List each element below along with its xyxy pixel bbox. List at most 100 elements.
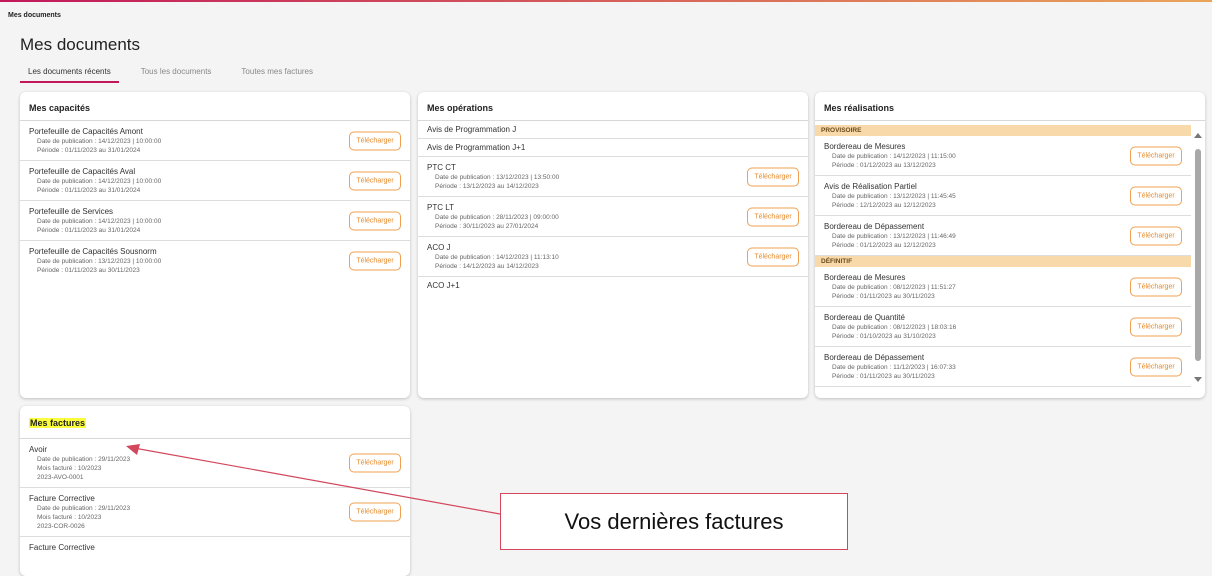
tab-bar: Les documents récents Tous les documents… — [20, 64, 335, 84]
scrollbar-thumb[interactable] — [1195, 149, 1201, 361]
publication-date: Date de publication : 08/12/2023 | 18:03… — [832, 324, 957, 331]
period: Période : 13/12/2023 au 14/12/2023 — [435, 183, 539, 190]
download-button[interactable]: Télécharger — [349, 251, 401, 270]
list-item: Avis de Réalisation Partiel Date de publ… — [815, 176, 1191, 216]
publication-date: Date de publication : 13/12/2023 | 11:46… — [832, 233, 956, 240]
item-title: Avoir — [29, 445, 48, 454]
annotation-callout: Vos dernières factures — [500, 493, 848, 550]
download-button[interactable]: Télécharger — [349, 131, 401, 150]
period: Période : 01/10/2023 au 31/10/2023 — [832, 333, 936, 340]
tab-all-documents[interactable]: Tous les documents — [133, 64, 220, 81]
download-button[interactable]: Télécharger — [747, 207, 799, 226]
download-button[interactable]: Télécharger — [1130, 317, 1182, 336]
item-title: PTC CT — [427, 163, 456, 172]
period: Période : 12/12/2023 au 12/12/2023 — [832, 202, 936, 209]
publication-date: Date de publication : 13/12/2023 | 10:00… — [37, 258, 162, 265]
list-item: Portefeuille de Capacités Sousnorm Date … — [20, 241, 410, 280]
item-title: Avis de Programmation J+1 — [427, 143, 526, 152]
item-title: Bordereau de Quantité — [824, 313, 905, 322]
tab-all-invoices[interactable]: Toutes mes factures — [233, 64, 321, 81]
list-item: Facture Corrective Date de publication :… — [20, 488, 410, 537]
realisations-card: Mes réalisations PROVISOIRE Bordereau de… — [815, 92, 1205, 398]
list-item: Portefeuille de Capacités Aval Date de p… — [20, 161, 410, 201]
item-title: Facture Corrective — [29, 543, 95, 552]
invoices-card: Mes factures Avoir Date de publication :… — [20, 406, 410, 576]
period: Période : 01/11/2023 au 30/11/2023 — [832, 373, 935, 380]
period: Période : 01/11/2023 au 31/01/2024 — [37, 147, 141, 154]
item-title: Bordereau de Mesures — [824, 142, 906, 151]
scroll-up-arrow-icon[interactable] — [1194, 133, 1202, 138]
breadcrumb[interactable]: Mes documents — [8, 12, 61, 19]
item-title: Avis de Programmation J — [427, 125, 517, 134]
item-title: PTC LT — [427, 203, 454, 212]
item-title: Portefeuille de Capacités Amont — [29, 127, 143, 136]
item-title: Bordereau de Dépassement — [824, 353, 925, 362]
download-button[interactable]: Télécharger — [1130, 357, 1182, 376]
item-title: Avis de Réalisation Partiel — [824, 182, 917, 191]
list-item: Bordereau de Mesures Date de publication… — [815, 267, 1191, 307]
download-button[interactable]: Télécharger — [349, 453, 401, 473]
list-item: Bordereau de Mesures Date de publication… — [815, 136, 1191, 176]
card-title: Mes capacités — [20, 92, 410, 121]
publication-date: Date de publication : 13/12/2023 | 11:45… — [832, 193, 956, 200]
section-definitif: DÉFINITIF — [815, 256, 1191, 267]
item-title: Portefeuille de Capacités Aval — [29, 167, 136, 176]
period: Période : 14/12/2023 au 14/12/2023 — [435, 263, 539, 270]
scrollbar[interactable] — [1191, 125, 1205, 398]
list-item: Bordereau de Dépassement Date de publica… — [815, 347, 1191, 387]
item-title: ACO J — [427, 243, 451, 252]
list-item: Facture Corrective — [20, 537, 410, 558]
list-item[interactable]: Avis de Programmation J+1 — [418, 139, 808, 157]
capacities-card: Mes capacités Portefeuille de Capacités … — [20, 92, 410, 398]
period: Période : 01/12/2023 au 13/12/2023 — [832, 162, 936, 169]
item-title: Bordereau de Dépassement — [824, 222, 925, 231]
invoice-reference: 2023-COR-0026 — [37, 523, 85, 530]
download-button[interactable]: Télécharger — [1130, 186, 1182, 205]
scroll-down-arrow-icon[interactable] — [1194, 377, 1202, 382]
card-title: Mes opérations — [418, 92, 808, 121]
card-title: Mes factures — [20, 406, 410, 439]
period: Période : 01/11/2023 au 30/11/2023 — [37, 267, 140, 274]
period: Période : 01/11/2023 au 30/11/2023 — [832, 293, 935, 300]
list-item: Portefeuille de Services Date de publica… — [20, 201, 410, 241]
publication-date: Date de publication : 14/12/2023 | 10:00… — [37, 218, 162, 225]
list-item: ACO J Date de publication : 14/12/2023 |… — [418, 237, 808, 277]
list-item: Bordereau de Dépassement Date de publica… — [815, 216, 1191, 256]
list-item: Portefeuille de Capacités Amont Date de … — [20, 121, 410, 161]
period: Période : 30/11/2023 au 27/01/2024 — [435, 223, 539, 230]
publication-date: Date de publication : 29/11/2023 — [37, 456, 131, 463]
tab-recent-documents[interactable]: Les documents récents — [20, 64, 119, 83]
item-title: Facture Corrective — [29, 494, 95, 503]
invoiced-month: Mois facturé : 10/2023 — [37, 465, 102, 472]
period: Période : 01/12/2023 au 12/12/2023 — [832, 242, 936, 249]
invoiced-month: Mois facturé : 10/2023 — [37, 514, 102, 521]
publication-date: Date de publication : 28/11/2023 | 09:00… — [435, 214, 559, 221]
publication-date: Date de publication : 29/11/2023 — [37, 505, 131, 512]
list-item: PTC LT Date de publication : 28/11/2023 … — [418, 197, 808, 237]
list-item: PTC CT Date de publication : 13/12/2023 … — [418, 157, 808, 197]
item-title: Portefeuille de Capacités Sousnorm — [29, 247, 157, 256]
item-title: Bordereau de Mesures — [824, 273, 906, 282]
list-item[interactable]: Avis de Programmation J — [418, 121, 808, 139]
publication-date: Date de publication : 14/12/2023 | 11:13… — [435, 254, 559, 261]
operations-card: Mes opérations Avis de Programmation J A… — [418, 92, 808, 398]
download-button[interactable]: Télécharger — [1130, 277, 1182, 296]
publication-date: Date de publication : 14/12/2023 | 10:00… — [37, 178, 162, 185]
list-item[interactable]: ACO J+1 — [418, 277, 808, 294]
top-accent-line — [0, 0, 1212, 2]
list-item: Bordereau de Quantité Date de publicatio… — [815, 307, 1191, 347]
publication-date: Date de publication : 11/12/2023 | 16:07… — [832, 364, 956, 371]
download-button[interactable]: Télécharger — [349, 171, 401, 190]
list-item: Avoir Date de publication : 29/11/2023 M… — [20, 439, 410, 488]
download-button[interactable]: Télécharger — [349, 502, 401, 522]
download-button[interactable]: Télécharger — [747, 247, 799, 266]
publication-date: Date de publication : 13/12/2023 | 13:50… — [435, 174, 560, 181]
download-button[interactable]: Télécharger — [1130, 226, 1182, 245]
page-title: Mes documents — [20, 35, 140, 54]
period: Période : 01/11/2023 au 31/01/2024 — [37, 187, 141, 194]
download-button[interactable]: Télécharger — [1130, 146, 1182, 165]
publication-date: Date de publication : 08/12/2023 | 11:51… — [832, 284, 956, 291]
download-button[interactable]: Télécharger — [747, 167, 799, 186]
section-provisoire: PROVISOIRE — [815, 125, 1191, 136]
download-button[interactable]: Télécharger — [349, 211, 401, 230]
